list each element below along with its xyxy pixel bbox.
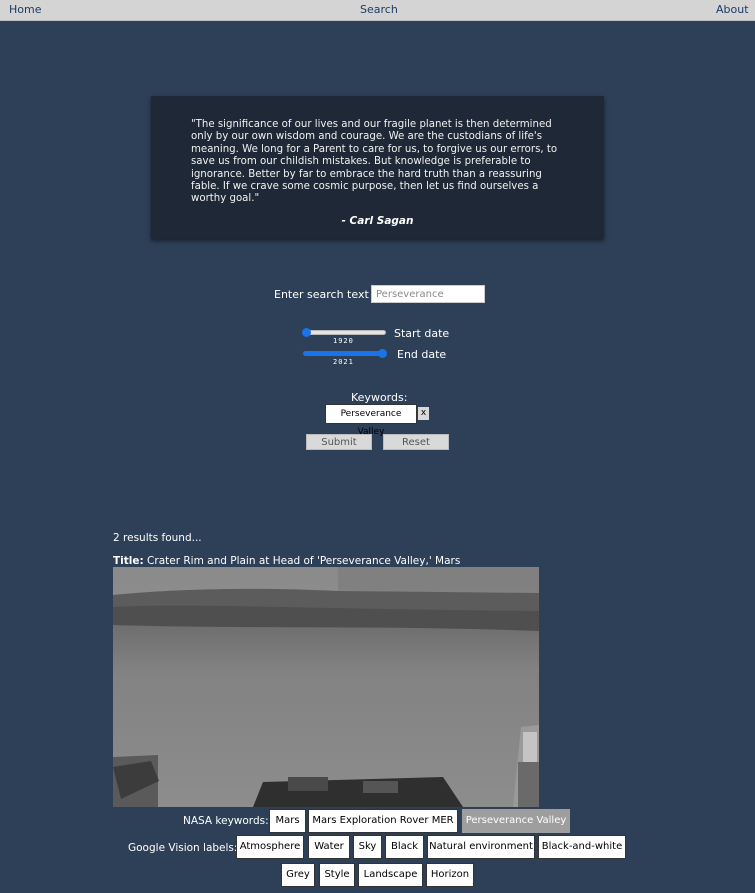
mars-landscape-image: [113, 567, 539, 807]
vision-labels-label: Google Vision labels:: [128, 842, 238, 854]
result-title: Title: Crater Rim and Plain at Head of '…: [113, 555, 460, 567]
vision-label-tag[interactable]: Atmosphere: [236, 835, 304, 859]
nav-search-link[interactable]: Search: [360, 3, 398, 17]
start-slider-thumb[interactable]: [302, 328, 311, 337]
result-image-mars-landscape[interactable]: [113, 567, 539, 807]
start-date-value: 1920: [333, 337, 354, 345]
nav-home-link[interactable]: Home: [9, 3, 41, 17]
vision-label-tag[interactable]: Landscape: [358, 863, 423, 887]
start-slider-track[interactable]: [303, 330, 386, 335]
vision-label-tag[interactable]: Black-and-white: [538, 835, 626, 859]
nasa-keyword-tag[interactable]: Mars: [269, 809, 306, 833]
end-slider-track[interactable]: [303, 351, 386, 356]
top-navbar: Home Search About: [0, 0, 755, 21]
vision-label-tag[interactable]: Black: [385, 835, 424, 859]
reset-button[interactable]: Reset: [383, 434, 449, 450]
nasa-keywords-label: NASA keywords:: [183, 815, 269, 827]
vision-label-tag[interactable]: Horizon: [426, 863, 474, 887]
results-count: 2 results found...: [113, 532, 202, 544]
keyword-chip: Perseverance Valley: [325, 404, 417, 437]
result-title-label: Title:: [113, 555, 144, 567]
vision-label-tag[interactable]: Water: [308, 835, 350, 859]
result-title-text: Crater Rim and Plain at Head of 'Perseve…: [147, 555, 461, 567]
submit-button[interactable]: Submit: [306, 434, 372, 450]
search-input[interactable]: [371, 285, 485, 303]
nasa-keyword-tag[interactable]: Mars Exploration Rover MER: [308, 809, 458, 833]
vision-label-tag[interactable]: Grey: [281, 863, 315, 887]
vision-label-tag[interactable]: Sky: [353, 835, 382, 859]
search-label: Enter search text: [274, 288, 369, 301]
vision-label-tag[interactable]: Natural environment: [427, 835, 535, 859]
quote-card: "The significance of our lives and our f…: [151, 96, 604, 239]
nav-about-link[interactable]: About: [716, 3, 749, 17]
keywords-label: Keywords:: [351, 391, 408, 404]
quote-author: - Carl Sagan: [341, 214, 414, 227]
start-date-label: Start date: [394, 327, 450, 340]
end-slider-thumb[interactable]: [378, 349, 387, 358]
keyword-remove-button[interactable]: x: [418, 407, 429, 420]
quote-text: "The significance of our lives and our f…: [191, 119, 558, 205]
nasa-keyword-tag-active[interactable]: Perseverance Valley: [462, 809, 570, 833]
end-date-label: End date: [397, 348, 447, 361]
vision-label-tag[interactable]: Style: [319, 863, 355, 887]
end-date-value: 2021: [333, 358, 354, 366]
